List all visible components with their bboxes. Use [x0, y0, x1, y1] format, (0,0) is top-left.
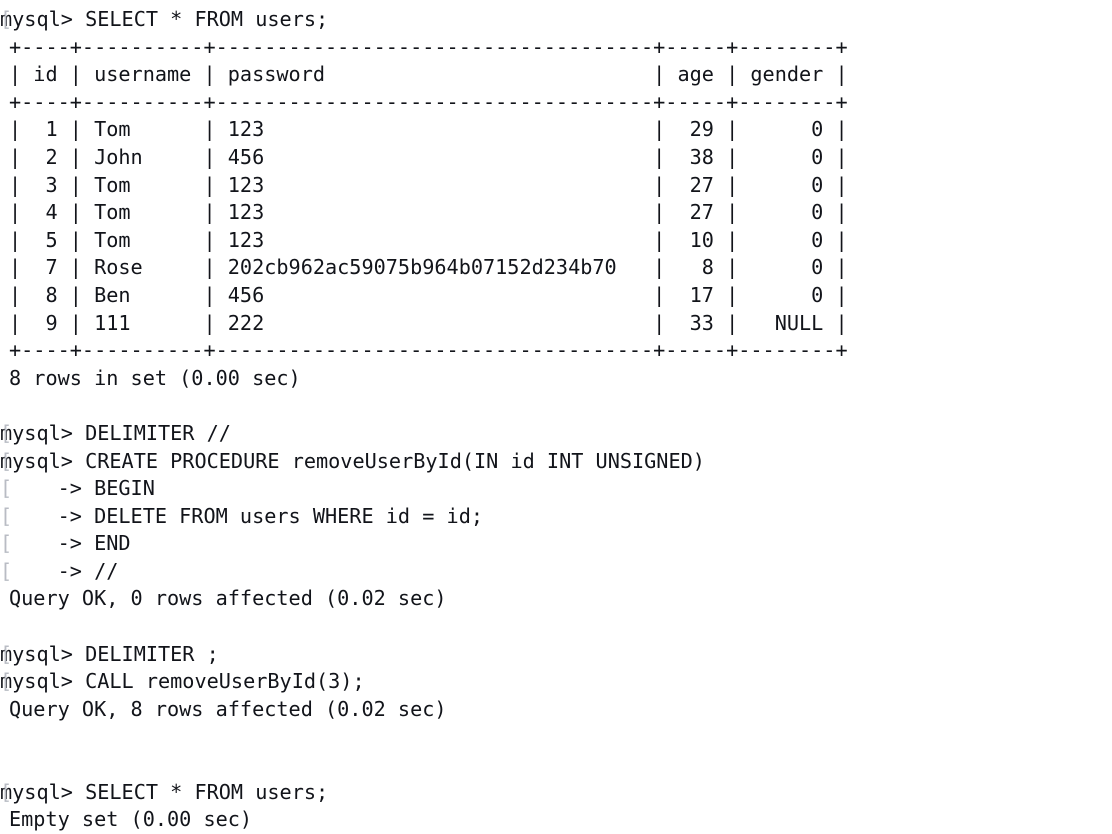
terminal-line-text: mysql> DELIMITER //: [0, 420, 231, 445]
terminal-line-table-border: +----+----------+-----------------------…: [0, 34, 1112, 62]
terminal-line-text: mysql> SELECT * FROM users;: [0, 779, 329, 804]
terminal-line-table-row: | 8 | Ben | 456 | 17 | 0 |: [0, 282, 1112, 310]
terminal-line-text: +----+----------+-----------------------…: [9, 338, 848, 363]
terminal-line-text: mysql> SELECT * FROM users;: [0, 7, 329, 31]
terminal-line-table-border: +----+----------+-----------------------…: [0, 89, 1112, 117]
terminal-line-result: Empty set (0.00 sec): [0, 806, 1112, 834]
terminal-line-text: -> END: [9, 531, 131, 556]
terminal-line-text: -> DELETE FROM users WHERE id = id;: [9, 503, 484, 528]
terminal-line-text: | 9 | 111 | 222 | 33 | NULL |: [9, 310, 848, 335]
terminal-line-continuation: -> END: [0, 530, 1112, 558]
terminal-line-continuation: -> BEGIN: [0, 475, 1112, 503]
terminal-line-text: | 4 | Tom | 123 | 27 | 0 |: [9, 200, 848, 225]
terminal-line-text: | 2 | John | 456 | 38 | 0 |: [9, 144, 848, 169]
terminal-line-text: +----+----------+-----------------------…: [9, 34, 848, 59]
terminal-line-table-row: | 3 | Tom | 123 | 27 | 0 |: [0, 172, 1112, 200]
terminal-line-result: Query OK, 0 rows affected (0.02 sec): [0, 585, 1112, 613]
terminal-line-table-row: | 1 | Tom | 123 | 29 | 0 |: [0, 116, 1112, 144]
terminal-line-result: Query OK, 8 rows affected (0.02 sec): [0, 696, 1112, 724]
terminal-line-text: | 1 | Tom | 123 | 29 | 0 |: [9, 117, 848, 142]
terminal-line-table-row: | 2 | John | 456 | 38 | 0 |: [0, 144, 1112, 172]
terminal-line-table-row: | 7 | Rose | 202cb962ac59075b964b07152d2…: [0, 254, 1112, 282]
terminal-line-text: | 5 | Tom | 123 | 10 | 0 |: [9, 227, 848, 252]
terminal-line-text: | 8 | Ben | 456 | 17 | 0 |: [9, 282, 848, 307]
terminal-line-table-row: | 9 | 111 | 222 | 33 | NULL |: [0, 310, 1112, 338]
terminal-line-table-border: +----+----------+-----------------------…: [0, 337, 1112, 365]
terminal-line-text: -> BEGIN: [9, 476, 155, 501]
terminal-line-text: mysql> DELIMITER ;: [0, 641, 219, 666]
terminal-line-text: -> //: [9, 558, 119, 583]
terminal-line-text: mysql> CALL removeUserById(3);: [0, 669, 365, 694]
terminal-line-prompt: mysql> SELECT * FROM users;: [0, 779, 1112, 807]
terminal-line-result: 8 rows in set (0.00 sec): [0, 365, 1112, 393]
terminal-line-prompt: mysql> CALL removeUserById(3);: [0, 668, 1112, 696]
terminal-line-table-header: | id | username | password | age | gende…: [0, 61, 1112, 89]
terminal-line-text: | 7 | Rose | 202cb962ac59075b964b07152d2…: [9, 255, 848, 280]
terminal-line-text: | 3 | Tom | 123 | 27 | 0 |: [9, 172, 848, 197]
terminal-line-text: | id | username | password | age | gende…: [9, 62, 848, 87]
terminal-line-table-row: | 4 | Tom | 123 | 27 | 0 |: [0, 199, 1112, 227]
terminal-line-text: Query OK, 8 rows affected (0.02 sec): [9, 696, 447, 721]
terminal-line-continuation: -> //: [0, 558, 1112, 586]
terminal-line-text: 8 rows in set (0.00 sec): [9, 365, 301, 390]
terminal-line-prompt: mysql> SELECT * FROM users;: [0, 6, 1112, 34]
terminal-line-text: Query OK, 0 rows affected (0.02 sec): [9, 586, 447, 611]
terminal-line-prompt: mysql> DELIMITER //: [0, 420, 1112, 448]
terminal-output[interactable]: mysql> SELECT * FROM users; +----+-------…: [0, 0, 1112, 831]
terminal-line-text: Empty set (0.00 sec): [9, 807, 253, 832]
terminal-line-table-row: | 5 | Tom | 123 | 10 | 0 |: [0, 227, 1112, 255]
terminal-line-prompt: mysql> DELIMITER ;: [0, 641, 1112, 669]
terminal-line-text: mysql> CREATE PROCEDURE removeUserById(I…: [0, 448, 705, 473]
terminal-line-continuation: -> DELETE FROM users WHERE id = id;: [0, 503, 1112, 531]
terminal-line-prompt: mysql> CREATE PROCEDURE removeUserById(I…: [0, 448, 1112, 476]
terminal-line-text: +----+----------+-----------------------…: [9, 89, 848, 114]
